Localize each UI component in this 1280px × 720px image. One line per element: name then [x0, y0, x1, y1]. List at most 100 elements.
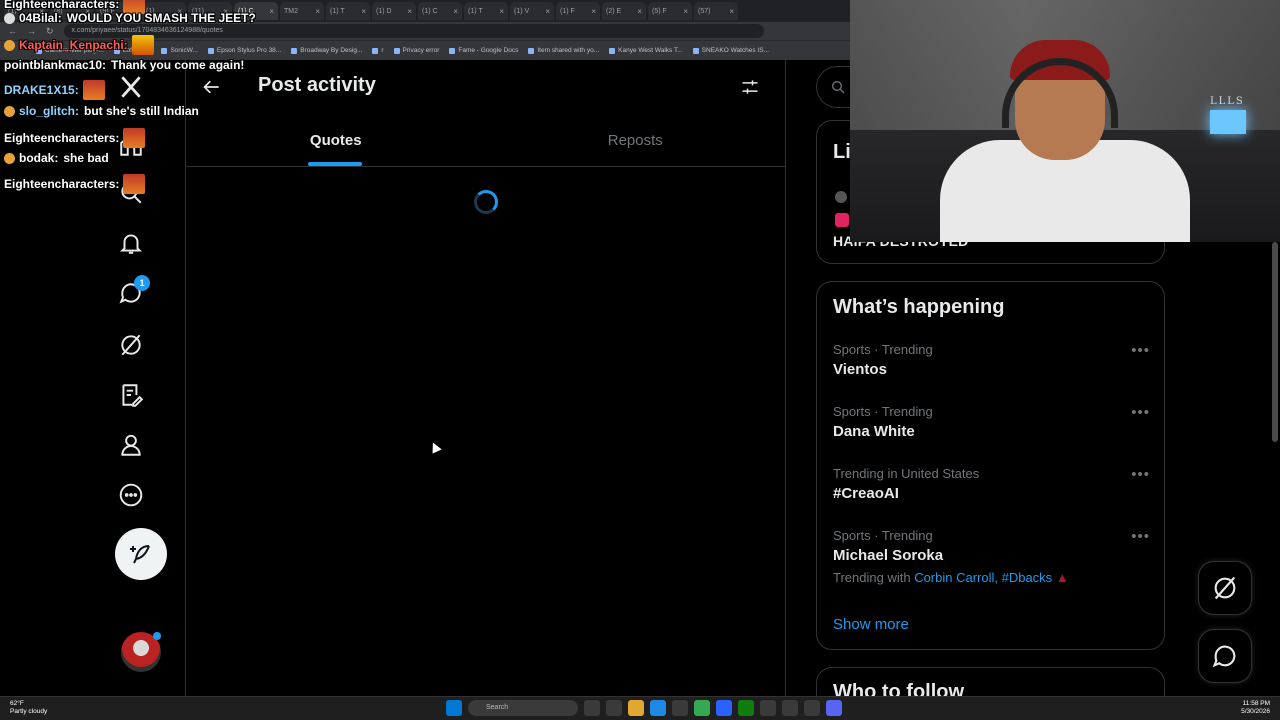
live-card-title: Li	[833, 141, 851, 163]
bookmark-item[interactable]: SonicW...	[161, 47, 197, 54]
left-navigation: 1	[100, 60, 185, 696]
close-tab-icon[interactable]: ×	[453, 7, 458, 16]
chat-username: slo_glitch:	[19, 104, 80, 118]
tab-quotes[interactable]: Quotes	[186, 114, 486, 166]
more-dots-icon[interactable]: •••	[1131, 404, 1150, 421]
browser-tab[interactable]: (5) F ×	[648, 2, 692, 20]
post-button[interactable]	[115, 528, 167, 580]
shelf-letters: LLLS	[1210, 96, 1245, 107]
bookmark-item[interactable]: r	[372, 47, 383, 54]
trending-with-links[interactable]: Corbin Carroll, #Dbacks	[914, 570, 1052, 585]
page-scrollbar[interactable]	[1272, 242, 1278, 442]
account-avatar[interactable]	[121, 632, 161, 672]
chat-emote-icon	[123, 128, 146, 148]
browser-tab[interactable]: (57) ×	[694, 2, 738, 20]
task-view-icon[interactable]	[584, 700, 600, 716]
chat-message: Eighteencharacters:	[4, 174, 146, 194]
trend-item[interactable]: Sports · Trending Vientos •••	[833, 342, 1150, 378]
chat-username: Eighteencharacters:	[4, 0, 120, 11]
chat-emote-icon	[82, 80, 105, 100]
address-input[interactable]: x.com/priyaee/status/1704834636124988/qu…	[63, 24, 764, 38]
browser-tab[interactable]: TM2 ×	[280, 2, 324, 20]
browser-tab[interactable]: (1) D ×	[372, 2, 416, 20]
settings-gear-icon[interactable]	[760, 700, 776, 716]
chat-message: slo_glitch: but she's still Indian	[4, 104, 199, 118]
taskbar-search[interactable]: Search	[468, 700, 578, 716]
tab-reposts[interactable]: Reposts	[486, 114, 786, 166]
bookmark-item[interactable]: Privacy error	[394, 47, 440, 54]
close-tab-icon[interactable]: ×	[545, 7, 550, 16]
chat-badge-icon	[4, 12, 15, 24]
trend-item[interactable]: Trending in United States #CreaoAI •••	[833, 466, 1150, 502]
close-tab-icon[interactable]: ×	[499, 7, 504, 16]
more-dots-icon[interactable]: •••	[1131, 466, 1150, 483]
messages-floating-button[interactable]	[1198, 629, 1252, 683]
close-tab-icon[interactable]: ×	[729, 7, 734, 16]
grok-icon[interactable]	[118, 332, 144, 358]
chat-username: 04Bilal:	[19, 11, 62, 25]
x-logo-icon[interactable]	[118, 74, 144, 100]
close-tab-icon[interactable]: ×	[269, 7, 274, 16]
windows-start-icon[interactable]	[446, 700, 462, 716]
loading-spinner	[474, 190, 498, 214]
trending-with: Trending with Corbin Carroll, #Dbacks ▲	[833, 570, 1150, 585]
chat-message: pointblankmac10: Thank you come again!	[4, 58, 244, 72]
more-dots-icon[interactable]: •••	[1131, 342, 1150, 359]
browser-tab[interactable]: (1) F ×	[556, 2, 600, 20]
show-more-link[interactable]: Show more	[833, 616, 909, 633]
live-space-icon	[835, 213, 849, 227]
file-explorer-icon[interactable]	[628, 700, 644, 716]
browser-tab-label: (57)	[698, 7, 711, 15]
browser-tab[interactable]: (1) V ×	[510, 2, 554, 20]
chat-badge-icon	[4, 105, 15, 117]
close-tab-icon[interactable]: ×	[637, 7, 642, 16]
chat-username: Kaptain_Kenpachi:	[19, 38, 128, 52]
browser-tab[interactable]: (1) C ×	[418, 2, 462, 20]
bookmark-item[interactable]: Item shared with yo...	[528, 47, 599, 54]
trend-context: Trending in United States	[833, 466, 980, 481]
bookmark-item[interactable]: Kanye West Walks T...	[609, 47, 683, 54]
browser-tab[interactable]: (2) E ×	[602, 2, 646, 20]
messages-icon[interactable]: 1	[118, 275, 150, 306]
notifications-bell-icon[interactable]	[118, 230, 144, 256]
weather-widget[interactable]: 62°F Partly cloudy	[10, 700, 47, 716]
trend-item[interactable]: Sports · Trending Dana White •••	[833, 404, 1150, 440]
close-tab-icon[interactable]: ×	[315, 7, 320, 16]
clock-time: 11:58 PM	[1242, 700, 1270, 707]
store-icon[interactable]	[672, 700, 688, 716]
mouse-cursor	[428, 440, 442, 454]
host-avatar	[835, 191, 847, 203]
filter-settings-button[interactable]	[740, 77, 760, 97]
more-dots-icon[interactable]: •••	[1131, 528, 1150, 545]
lists-icon[interactable]	[118, 382, 144, 408]
discord-icon[interactable]	[826, 700, 842, 716]
close-tab-icon[interactable]: ×	[361, 7, 366, 16]
close-tab-icon[interactable]: ×	[591, 7, 596, 16]
profile-icon[interactable]	[118, 432, 144, 458]
chat-message: Kaptain_Kenpachi:	[4, 35, 154, 55]
grok-floating-button[interactable]	[1198, 561, 1252, 615]
webcam-monitor-glow	[1210, 110, 1246, 134]
trend-context: Sports · Trending	[833, 404, 933, 419]
back-button[interactable]	[202, 77, 222, 97]
browser-tab[interactable]: (1) T ×	[464, 2, 508, 20]
obs-icon[interactable]	[804, 700, 820, 716]
close-tab-icon[interactable]: ×	[683, 7, 688, 16]
bookmark-item[interactable]: Broadway By Desig...	[291, 47, 362, 54]
app-icon[interactable]	[782, 700, 798, 716]
bookmark-item[interactable]: SNEAKO Watches IS...	[693, 47, 769, 54]
editor-icon[interactable]	[716, 700, 732, 716]
copilot-icon[interactable]	[606, 700, 622, 716]
edge-icon[interactable]	[650, 700, 666, 716]
browser-tab[interactable]: (1) T ×	[326, 2, 370, 20]
bookmark-item[interactable]: Fame - Google Docs	[449, 47, 518, 54]
browser-tab-label: (2) E	[606, 7, 622, 15]
trend-item[interactable]: Sports · Trending Michael Soroka Trendin…	[833, 528, 1150, 585]
more-options-icon[interactable]	[118, 482, 144, 508]
taskbar-clock[interactable]: 11:58 PM 5/30/2026	[1241, 700, 1270, 716]
xbox-icon[interactable]	[738, 700, 754, 716]
bookmark-item[interactable]: Epson Stylus Pro 38...	[208, 47, 281, 54]
close-tab-icon[interactable]: ×	[407, 7, 412, 16]
browser-tab-label: (1) T	[468, 7, 483, 15]
chrome-icon[interactable]	[694, 700, 710, 716]
